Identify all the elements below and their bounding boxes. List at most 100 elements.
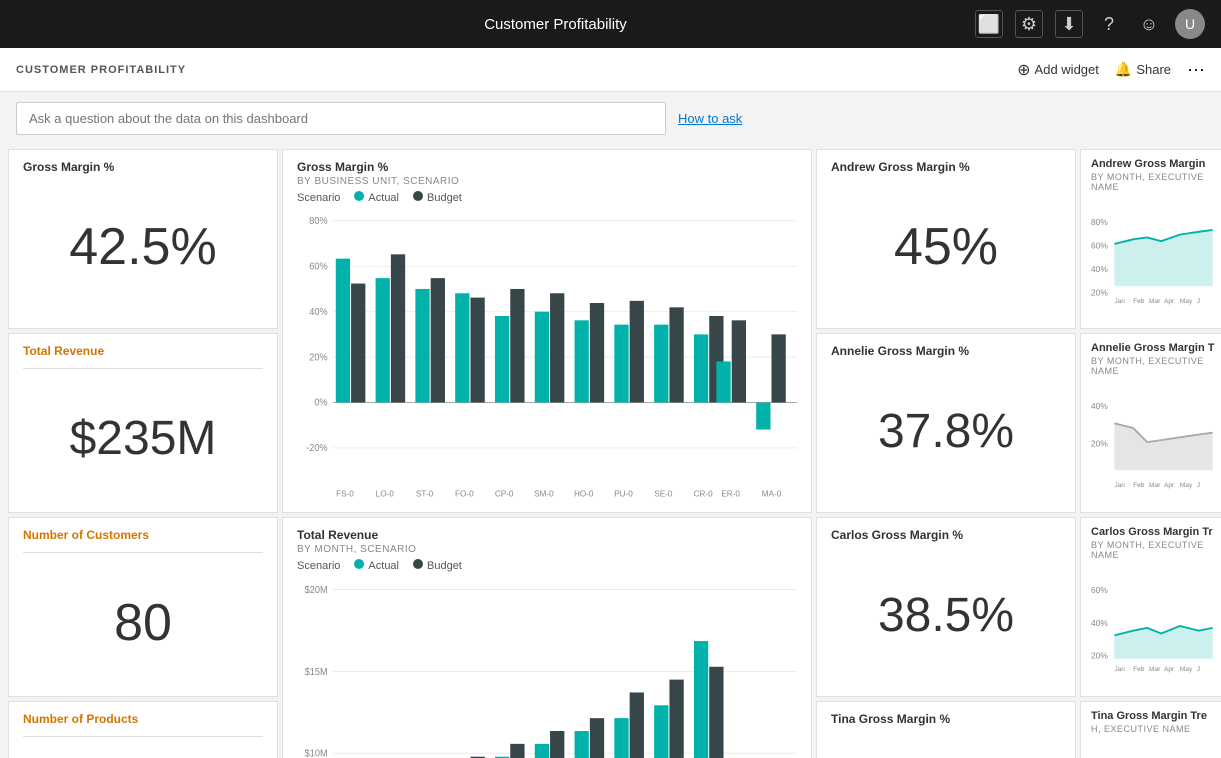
svg-text:60%: 60%: [1091, 585, 1108, 595]
num-products-label: Number of Products: [23, 712, 263, 726]
svg-text:40%: 40%: [309, 307, 328, 318]
subheader: CUSTOMER PROFITABILITY ⊕ Add widget 🔔 Sh…: [0, 48, 1221, 92]
dashboard-title: CUSTOMER PROFITABILITY: [16, 64, 186, 76]
svg-text:HO-0: HO-0: [574, 488, 594, 498]
avatar[interactable]: U: [1175, 9, 1205, 39]
gross-margin-legend: Scenario Actual Budget: [297, 191, 797, 204]
num-products-divider: [23, 736, 263, 737]
andrew-trend-subtitle: BY MONTH, EXECUTIVE NAME: [1091, 172, 1221, 192]
svg-text:80%: 80%: [1091, 217, 1108, 227]
svg-text:40%: 40%: [1091, 401, 1108, 411]
svg-text:Feb: Feb: [1133, 482, 1145, 489]
svg-text:Apr: Apr: [1164, 482, 1175, 489]
share-button[interactable]: 🔔 Share: [1115, 61, 1171, 78]
total-revenue-chart-area: $20M $15M $10M: [297, 578, 797, 758]
svg-text:PU-0: PU-0: [614, 488, 633, 498]
svg-text:20%: 20%: [1091, 651, 1108, 661]
tr-budget-label: Budget: [427, 560, 462, 572]
andrew-trend-title: Andrew Gross Margin: [1091, 158, 1221, 170]
num-products-kpi-card: Number of Products: [8, 701, 278, 758]
topbar-title: Customer Profitability: [136, 16, 975, 33]
svg-text:FS-0: FS-0: [336, 488, 354, 498]
num-customers-label: Number of Customers: [23, 528, 263, 542]
gross-margin-chart-card: Gross Margin % BY BUSINESS UNIT, SCENARI…: [282, 149, 812, 513]
actual-dot: [354, 191, 364, 201]
svg-text:Jan: Jan: [1114, 666, 1125, 673]
carlos-trend-chart: 60% 40% 20% Jan Feb Mar Apr May J: [1091, 564, 1221, 688]
budget-label: Budget: [427, 192, 462, 204]
tr-actual-label: Actual: [368, 560, 399, 572]
carlos-gm-title: Carlos Gross Margin %: [831, 528, 1061, 542]
tina-trend-title: Tina Gross Margin Tre: [1091, 710, 1221, 722]
total-revenue-value: $235M: [23, 375, 263, 502]
qa-bar: How to ask: [0, 92, 1221, 145]
svg-text:SE-0: SE-0: [654, 488, 672, 498]
svg-text:$10M: $10M: [305, 748, 328, 758]
svg-text:40%: 40%: [1091, 264, 1108, 274]
num-customers-kpi-card: Number of Customers 80: [8, 517, 278, 697]
annelie-trend-title: Annelie Gross Margin T: [1091, 342, 1221, 354]
tina-gross-margin-kpi-card: Tina Gross Margin %: [816, 701, 1076, 758]
gross-margin-chart-area: 80% 60% 40% 20% 0% -20%: [297, 210, 797, 502]
annelie-trend-subtitle: BY MONTH, EXECUTIVE NAME: [1091, 356, 1221, 376]
svg-text:Apr: Apr: [1164, 298, 1175, 305]
gross-margin-kpi-card: Gross Margin % 42.5%: [8, 149, 278, 329]
svg-text:Feb: Feb: [1133, 298, 1145, 305]
tr-budget-dot: [413, 559, 423, 569]
svg-text:Mar: Mar: [1149, 666, 1161, 673]
budget-dot: [413, 191, 423, 201]
carlos-trend-title: Carlos Gross Margin Tr: [1091, 526, 1221, 538]
annelie-trend-card: Annelie Gross Margin T BY MONTH, EXECUTI…: [1080, 333, 1221, 513]
total-revenue-label: Total Revenue: [23, 344, 263, 358]
svg-text:CR-0: CR-0: [694, 488, 713, 498]
layout-icon[interactable]: ⬜: [975, 10, 1003, 38]
share-icon: 🔔: [1115, 61, 1132, 78]
how-to-ask-link[interactable]: How to ask: [678, 111, 742, 126]
total-revenue-chart-card: Total Revenue BY MONTH, SCENARIO Scenari…: [282, 517, 812, 758]
subheader-actions: ⊕ Add widget 🔔 Share ···: [1017, 59, 1205, 80]
dashboard: Gross Margin % 42.5% Gross Margin % BY B…: [0, 145, 1221, 758]
svg-text:$15M: $15M: [305, 666, 328, 678]
topbar-icons: ⬜ ⚙ ⬇ ? ☺ U: [975, 9, 1205, 39]
total-revenue-svg: $20M $15M $10M: [297, 578, 797, 758]
plus-icon: ⊕: [1017, 60, 1030, 80]
svg-text:SM-0: SM-0: [534, 488, 554, 498]
tr-actual-dot: [354, 559, 364, 569]
svg-text:Mar: Mar: [1149, 482, 1161, 489]
help-icon[interactable]: ?: [1095, 10, 1123, 38]
svg-text:60%: 60%: [1091, 241, 1108, 251]
num-customers-value: 80: [23, 559, 263, 686]
add-widget-button[interactable]: ⊕ Add widget: [1017, 60, 1099, 80]
tr-scenario-label: Scenario: [297, 560, 340, 572]
gross-margin-chart-subtitle: BY BUSINESS UNIT, SCENARIO: [297, 176, 797, 187]
annelie-gross-margin-kpi-card: Annelie Gross Margin % 37.8%: [816, 333, 1076, 513]
carlos-trend-card: Carlos Gross Margin Tr BY MONTH, EXECUTI…: [1080, 517, 1221, 697]
svg-text:40%: 40%: [1091, 618, 1108, 628]
svg-text:$20M: $20M: [305, 585, 328, 597]
svg-text:20%: 20%: [309, 352, 328, 363]
svg-text:J: J: [1197, 666, 1200, 673]
gross-margin-svg: 80% 60% 40% 20% 0% -20%: [297, 210, 797, 502]
andrew-gross-margin-kpi-card: Andrew Gross Margin % 45%: [816, 149, 1076, 329]
annelie-gm-value: 37.8%: [831, 360, 1061, 502]
total-revenue-legend: Scenario Actual Budget: [297, 559, 797, 572]
num-customers-divider: [23, 552, 263, 553]
svg-text:20%: 20%: [1091, 287, 1108, 297]
tina-gm-title: Tina Gross Margin %: [831, 712, 1061, 726]
svg-text:80%: 80%: [309, 216, 328, 227]
total-revenue-chart-title: Total Revenue: [297, 528, 797, 542]
actual-label: Actual: [368, 192, 399, 204]
settings-icon[interactable]: ⚙: [1015, 10, 1043, 38]
carlos-trend-subtitle: BY MONTH, EXECUTIVE NAME: [1091, 540, 1221, 560]
gross-margin-title: Gross Margin %: [23, 160, 263, 174]
annelie-gm-title: Annelie Gross Margin %: [831, 344, 1061, 358]
more-options-button[interactable]: ···: [1187, 59, 1205, 80]
qa-input[interactable]: [16, 102, 666, 135]
carlos-gross-margin-kpi-card: Carlos Gross Margin % 38.5%: [816, 517, 1076, 697]
andrew-trend-chart: 80% 60% 40% 20% Jan Feb Mar Apr May J: [1091, 196, 1221, 320]
svg-text:Apr: Apr: [1164, 666, 1175, 673]
feedback-icon[interactable]: ☺: [1135, 10, 1163, 38]
svg-text:J: J: [1197, 298, 1200, 305]
total-revenue-chart-subtitle: BY MONTH, SCENARIO: [297, 544, 797, 555]
download-icon[interactable]: ⬇: [1055, 10, 1083, 38]
